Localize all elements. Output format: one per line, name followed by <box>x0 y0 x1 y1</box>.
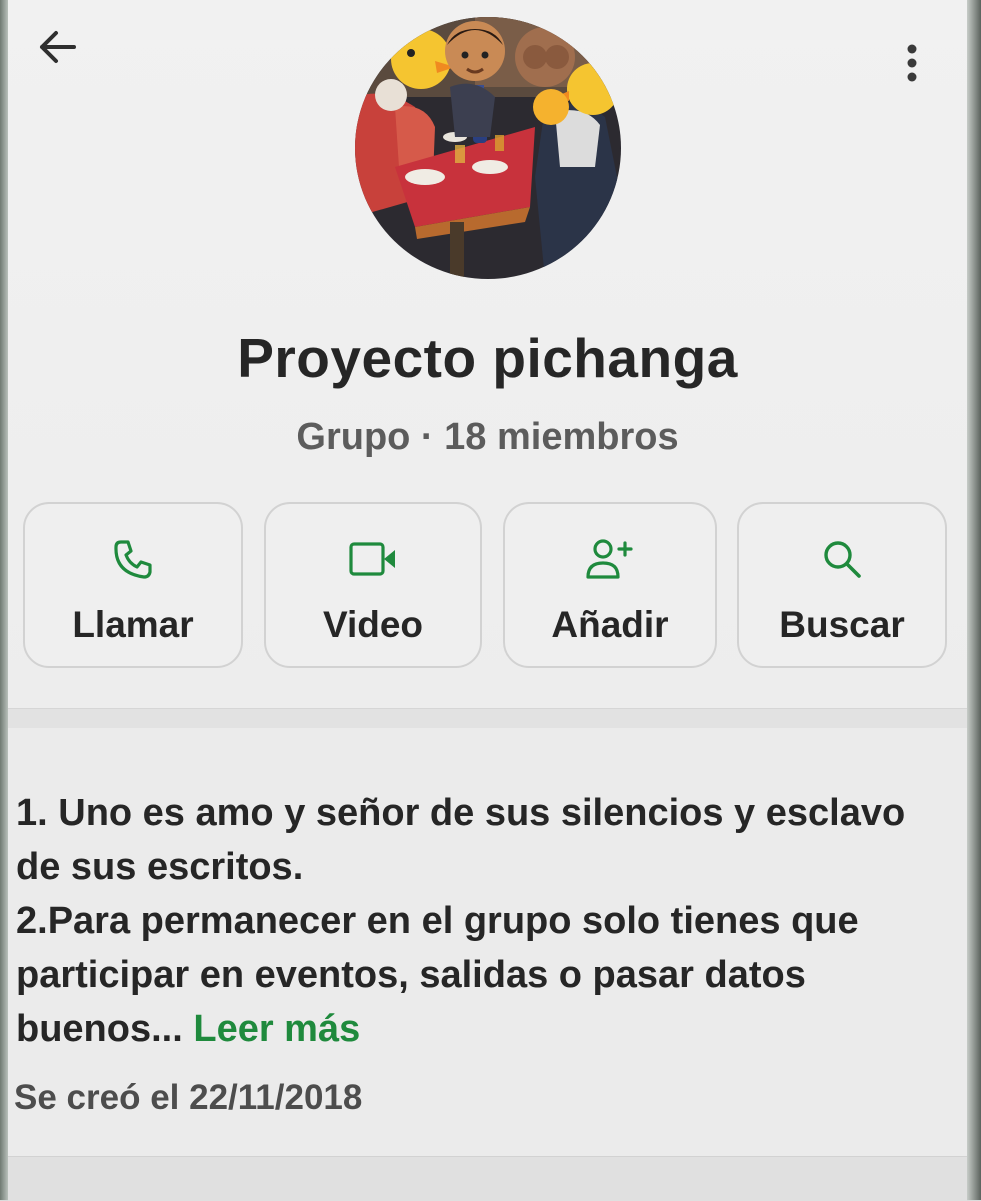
back-button[interactable] <box>34 24 80 70</box>
search-label: Buscar <box>779 604 905 645</box>
arrow-left-icon <box>40 31 76 63</box>
call-button[interactable]: Llamar <box>23 502 243 668</box>
group-avatar[interactable] <box>355 17 621 279</box>
video-camera-icon <box>266 536 480 582</box>
group-subtitle: Grupo · 18 miembros <box>296 416 679 458</box>
description-line-2: 2.Para permanecer en el grupo solo tiene… <box>16 900 859 1050</box>
search-icon <box>739 536 945 582</box>
phone-icon <box>25 536 241 582</box>
menu-button[interactable] <box>892 38 932 88</box>
add-label: Añadir <box>551 604 669 645</box>
add-participant-button[interactable]: Añadir <box>503 502 717 668</box>
more-vertical-icon <box>907 44 917 82</box>
read-more-link[interactable]: Leer más <box>193 1008 360 1050</box>
group-header: Proyecto pichanga Grupo · 18 miembros Ll… <box>8 0 967 708</box>
section-divider <box>8 708 967 729</box>
video-button[interactable]: Video <box>264 502 482 668</box>
group-name[interactable]: Proyecto pichanga <box>8 326 967 390</box>
search-button[interactable]: Buscar <box>737 502 947 668</box>
video-label: Video <box>322 604 424 645</box>
phone-bezel-left <box>0 0 8 1200</box>
group-info-screen: Proyecto pichanga Grupo · 18 miembros Ll… <box>8 0 967 1201</box>
call-label: Llamar <box>72 604 194 645</box>
phone-bezel-right <box>967 0 981 1200</box>
creation-date: Se creó el 22/11/2018 <box>14 1078 363 1117</box>
group-photo <box>355 17 621 279</box>
group-description[interactable]: 1. Uno es amo y señor de sus silencios y… <box>8 728 967 1156</box>
description-line-1: 1. Uno es amo y señor de sus silencios y… <box>16 792 906 888</box>
add-person-icon <box>505 536 715 582</box>
bottom-divider <box>8 1156 967 1201</box>
description-text: 1. Uno es amo y señor de sus silencios y… <box>16 786 946 1056</box>
